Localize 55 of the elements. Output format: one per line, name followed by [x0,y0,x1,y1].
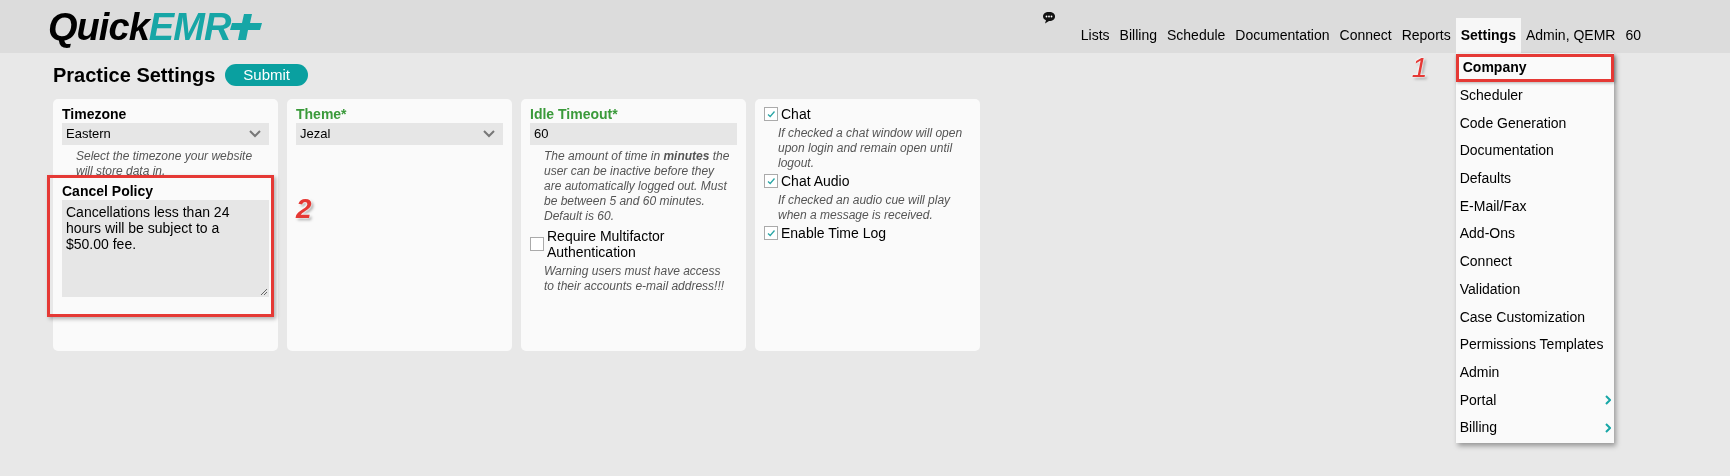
menu-item[interactable]: Permissions Templates [1455,330,1614,359]
check-icon [766,109,776,119]
hint-text: The amount of time in minutes the user can be inactive before they are automatically logged out. Must be between 5 and 60 minutes. Default is 60. [543,149,731,224]
menu-item[interactable]: Scheduler [1455,81,1614,110]
menu-item[interactable]: Admin [1455,358,1614,387]
field-label: Theme* [296,106,348,123]
nav-link[interactable]: Reports [1396,18,1456,53]
nav-link[interactable]: 60 [1620,18,1646,53]
checkbox[interactable] [764,107,778,121]
chevron-down-icon [249,130,261,138]
hint-text: Select the timezone your website will store data in. [75,149,254,179]
menu-item[interactable]: Portal [1455,386,1614,414]
chat-bubble-icon[interactable] [1041,11,1056,24]
menu-item[interactable]: Documentation [1455,137,1614,165]
select-field[interactable]: Eastern [62,123,269,145]
check-icon [766,228,776,238]
menu-item[interactable]: Add-Ons [1455,220,1614,248]
nav-link[interactable]: Billing [1114,18,1162,53]
hint-text: If checked an audio cue will play when a message is received. [777,193,952,223]
menu-item[interactable]: E-Mail/Fax [1455,192,1614,221]
nav-link[interactable]: Schedule [1161,18,1231,53]
hint-text: If checked a chat window will open upon login and remain open until logout. [777,126,964,171]
checkbox-label: Chat [781,106,811,122]
menu-item[interactable]: Connect [1455,247,1614,276]
hint-text: Warning users must have access to their accounts e-mail address!!! [543,264,726,294]
step-number: 1 [1411,54,1428,82]
step-number: 2 [296,195,312,223]
nav-link[interactable]: Lists [1075,18,1115,53]
nav-link[interactable]: Connect [1334,18,1397,53]
field-label: Timezone [62,106,128,123]
checkbox[interactable] [764,174,778,188]
menu-item[interactable]: Case Customization [1455,303,1614,331]
textarea-field[interactable]: Cancellations less than 24 hours will be subject to a $50.00 fee. [62,200,269,297]
menu-item[interactable]: Defaults [1455,164,1614,193]
field-label: Idle Timeout* [530,106,619,123]
logo[interactable]: QuickEMR [48,7,267,46]
menu-item[interactable]: Validation [1455,275,1614,304]
nav-link[interactable]: Settings [1455,18,1521,53]
menu-item[interactable]: Billing [1455,413,1614,442]
text-field[interactable]: 60 [530,123,737,145]
menu-item[interactable]: Code Generation [1455,109,1614,138]
field-label: Cancel Policy [62,183,155,200]
checkbox[interactable] [530,237,544,251]
select-field[interactable]: Jezal [296,123,503,145]
checkbox[interactable] [764,226,778,240]
chevron-down-icon [483,130,495,138]
checkbox-label: Enable Time Log [781,225,887,241]
nav-link[interactable]: Documentation [1230,18,1335,53]
resize-handle-icon[interactable] [260,288,268,296]
checkbox-label: Chat Audio [781,173,850,189]
page-title: Practice Settings [53,63,216,88]
check-icon [766,176,776,186]
menu-item[interactable]: Company [1455,54,1614,82]
checkbox-label: Require Multifactor Authentication [547,228,666,260]
nav-link[interactable]: Admin, QEMR [1520,18,1621,53]
